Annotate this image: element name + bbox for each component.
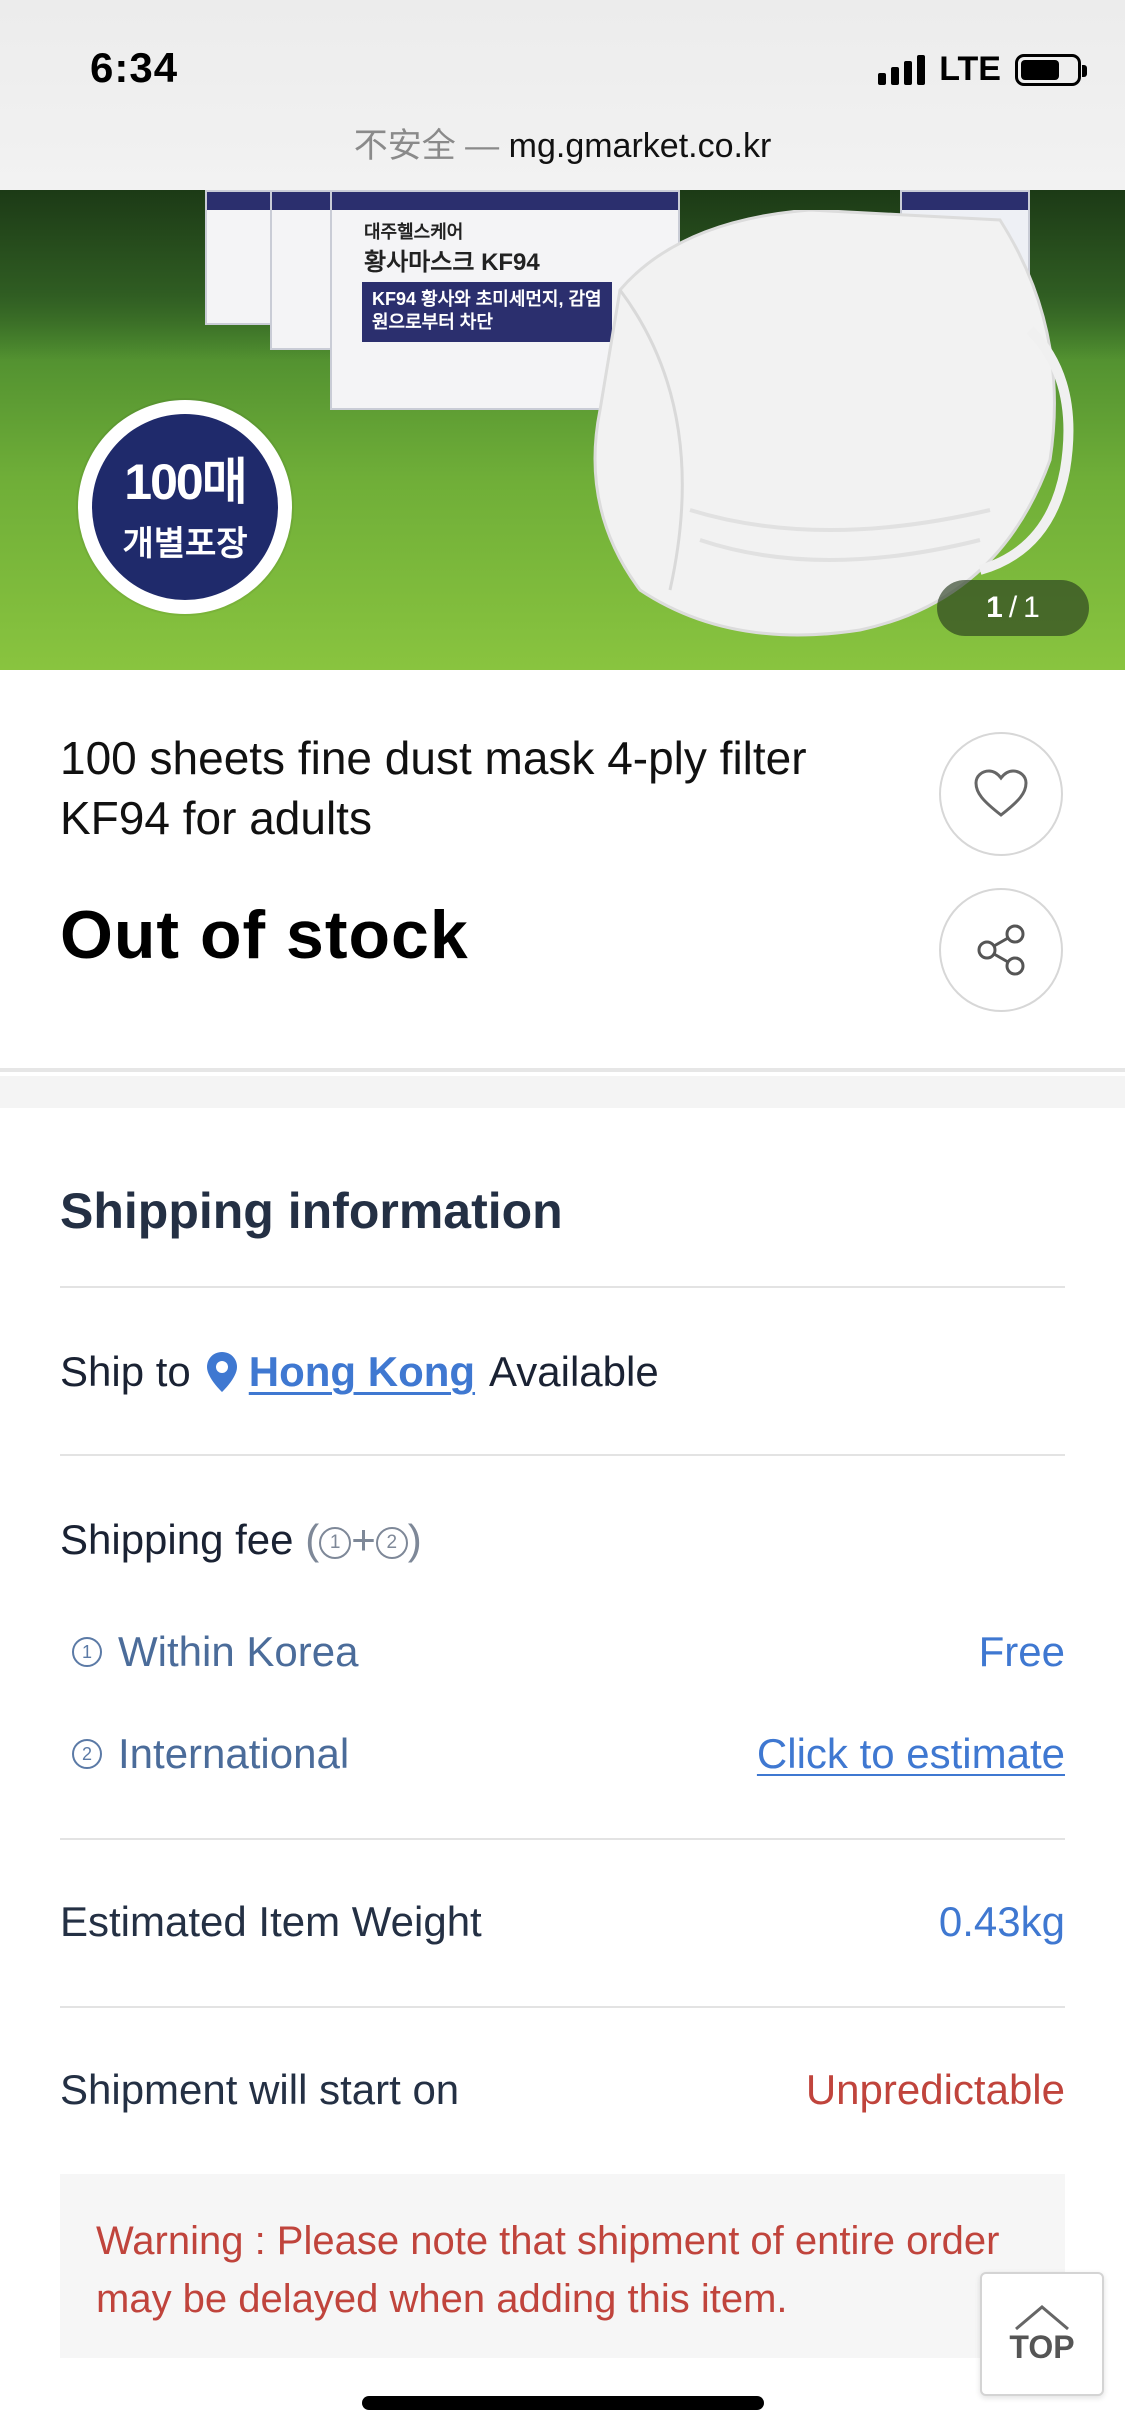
ship-to-country-link[interactable]: Hong Kong	[249, 1348, 475, 1396]
scroll-top-label: TOP	[1009, 2328, 1075, 2365]
image-counter: 1 / 1	[937, 580, 1089, 636]
product-title: 100 sheets fine dust mask 4-ply filter K…	[60, 732, 807, 844]
wishlist-button[interactable]	[939, 732, 1063, 856]
fee-note-open: (	[305, 1516, 320, 1563]
circle-number-1: 1	[72, 1637, 102, 1667]
availability-label: Available	[489, 1348, 659, 1395]
circle-number-1: 1	[319, 1526, 352, 1559]
network-label: LTE	[939, 50, 1001, 88]
badge-quantity: 100매	[124, 454, 247, 510]
browser-top-bar: 6:34 LTE 不安全 — mg.gmarket.co.kr	[0, 0, 1125, 190]
international-label: International	[118, 1730, 350, 1777]
home-indicator[interactable]	[362, 2396, 764, 2410]
image-counter-separator: /	[1008, 591, 1018, 624]
battery-icon	[1015, 53, 1087, 86]
shipping-fee-row: Shipping fee (1 +2)	[60, 1516, 1065, 1564]
signal-icon	[878, 54, 926, 85]
image-counter-current: 1	[986, 591, 1003, 624]
product-image[interactable]: 대주헬스케어 황사마스크 KF94 KF94 황사와 초미세먼지, 감염원으로부…	[0, 190, 1125, 670]
weight-value: 0.43kg	[938, 1898, 1065, 1945]
fee-note-close: )	[407, 1516, 422, 1563]
section-divider	[0, 1076, 1125, 1108]
shipment-start-label: Shipment will start on	[60, 2066, 460, 2113]
fee-within-korea-row: 1 Within Korea Free	[72, 1628, 1065, 1676]
box-brand: 대주헬스케어	[364, 222, 464, 242]
fee-note-plus: +	[351, 1516, 376, 1563]
shipping-title: Shipping information	[60, 1183, 563, 1239]
shipment-start-value: Unpredictable	[805, 2066, 1065, 2113]
url-separator: —	[455, 127, 509, 165]
product-info: 100 sheets fine dust mask 4-ply filter K…	[0, 670, 1125, 1072]
circle-number-2: 2	[72, 1739, 102, 1769]
shipping-fee-note: (1 +2)	[305, 1516, 422, 1563]
map-pin-icon	[205, 1350, 239, 1394]
circle-number-2: 2	[375, 1526, 408, 1559]
weight-label: Estimated Item Weight	[60, 1898, 482, 1945]
weight-row: Estimated Item Weight 0.43kg	[60, 1898, 1065, 1946]
divider	[60, 2006, 1065, 2008]
status-time: 6:34	[90, 44, 179, 91]
shipping-section: Shipping information Ship to Hong Kong A…	[0, 1108, 1125, 2436]
heart-icon	[974, 769, 1028, 817]
shipping-fee-label: Shipping fee	[60, 1516, 294, 1563]
image-counter-total: 1	[1023, 591, 1040, 624]
within-korea-fee: Free	[978, 1628, 1065, 1675]
fee-international-row: 2 International Click to estimate	[72, 1730, 1065, 1778]
status-indicators: LTE	[878, 50, 1087, 89]
quantity-badge: 100매 개별포장	[78, 400, 292, 614]
stock-status: Out of stock	[60, 897, 469, 973]
within-korea-label: Within Korea	[118, 1628, 359, 1675]
shipment-start-row: Shipment will start on Unpredictable	[60, 2066, 1065, 2114]
divider	[60, 1286, 1065, 1288]
ship-to-label: Ship to	[60, 1348, 191, 1395]
scroll-top-button[interactable]: TOP	[980, 2272, 1104, 2396]
divider	[60, 1454, 1065, 1456]
estimate-link[interactable]: Click to estimate	[757, 1730, 1065, 1778]
badge-packaging: 개별포장	[122, 525, 248, 563]
address-bar[interactable]: 不安全 — mg.gmarket.co.kr	[0, 118, 1125, 167]
box-title: 황사마스크 KF94	[364, 249, 540, 276]
share-icon	[977, 924, 1025, 976]
url-host: mg.gmarket.co.kr	[508, 127, 772, 165]
shipping-warning: Warning : Please note that shipment of e…	[60, 2174, 1065, 2358]
ship-to-row: Ship to Hong Kong Available	[60, 1348, 1065, 1396]
insecure-label: 不安全	[353, 127, 456, 165]
share-button[interactable]	[939, 888, 1063, 1012]
divider	[60, 1838, 1065, 1840]
